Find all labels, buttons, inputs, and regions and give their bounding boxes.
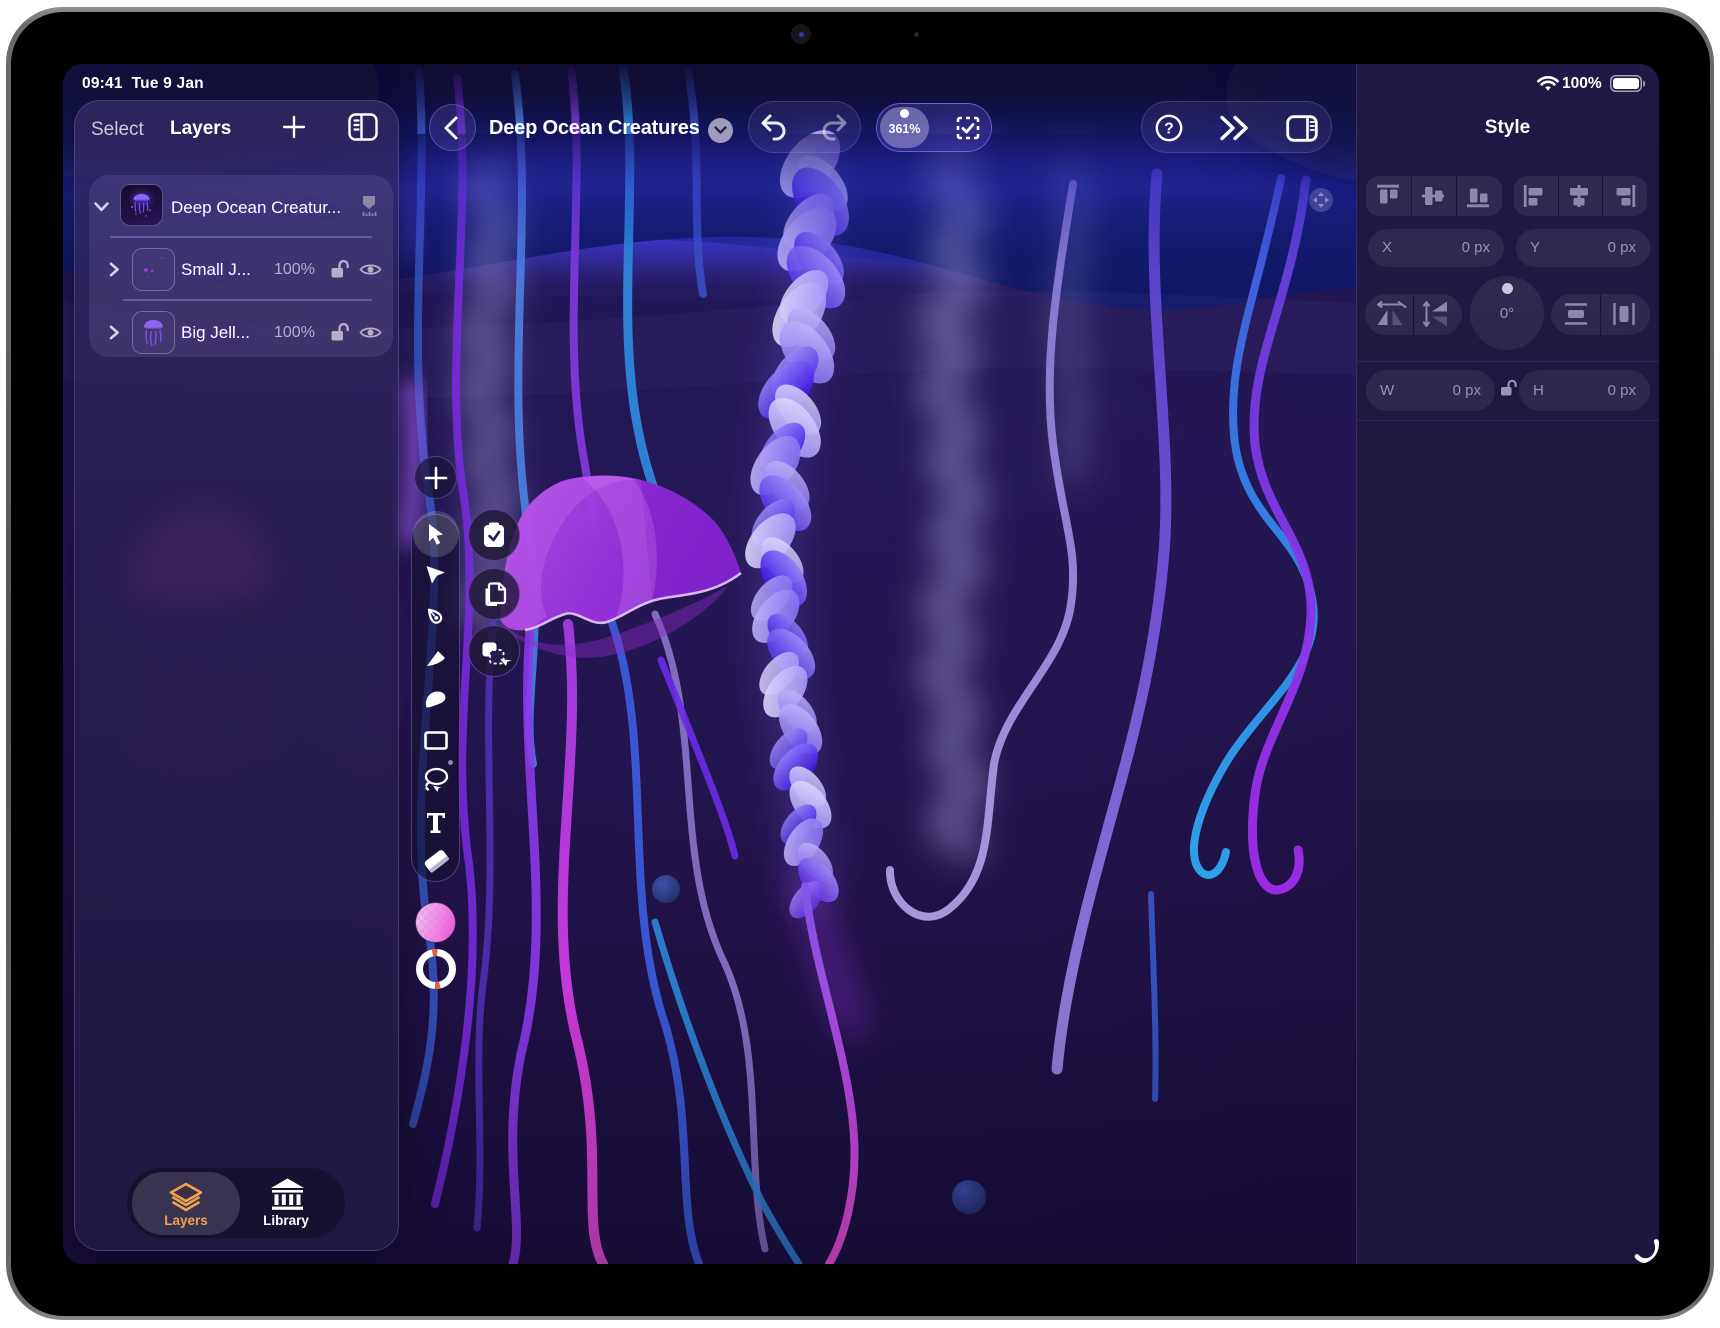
svg-text:?: ? [1164, 121, 1173, 138]
